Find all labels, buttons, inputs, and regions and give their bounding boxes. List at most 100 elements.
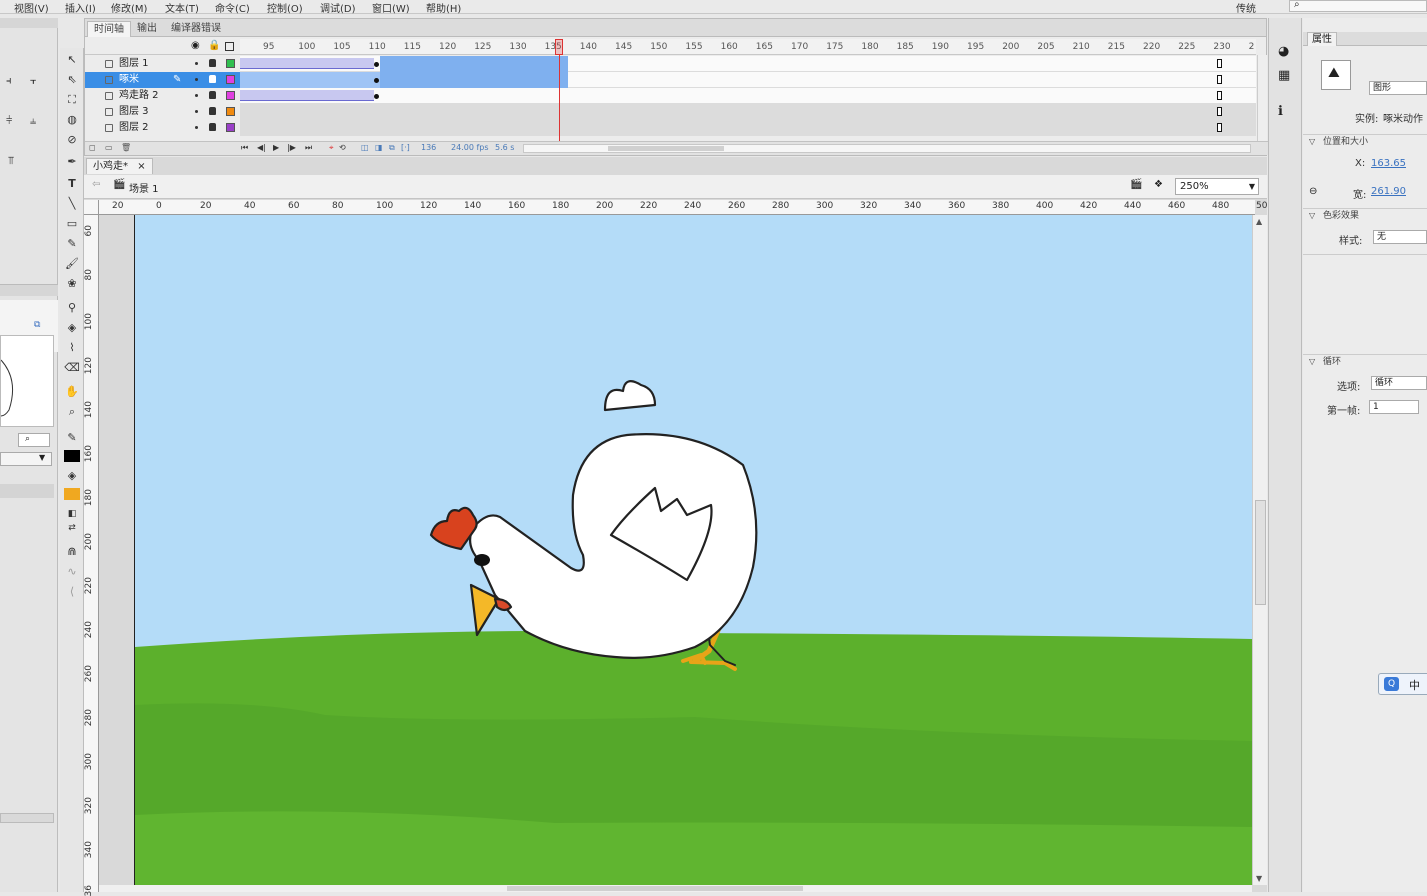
onion-markers-icon[interactable]: [·] — [401, 143, 410, 152]
frame-track[interactable] — [240, 120, 1256, 136]
menu-insert[interactable]: 插入(I) — [65, 0, 96, 15]
frame-track[interactable] — [240, 88, 1256, 104]
first-frame-input[interactable]: 1 — [1369, 400, 1419, 414]
symbol-type-select[interactable]: 图形 — [1369, 81, 1427, 95]
fill-color-swatch[interactable] — [64, 488, 80, 500]
info-panel-icon[interactable]: ℹ — [1278, 104, 1283, 119]
lock-icon[interactable] — [209, 75, 216, 83]
smooth-icon[interactable]: ∿ — [63, 564, 81, 580]
menu-debug[interactable]: 调试(D) — [320, 0, 356, 15]
layer-row[interactable]: 图层 3 — [85, 104, 240, 120]
end-frame[interactable] — [1217, 91, 1222, 100]
layer-row[interactable]: 图层 1 — [85, 56, 240, 72]
distribute-icon[interactable]: ⫨ — [30, 114, 36, 128]
lock-icon[interactable] — [209, 123, 216, 131]
horizontal-ruler[interactable]: 20 0 20 40 60 80 100 120 140 160 180 200 220 240 260 28… — [99, 200, 1273, 215]
layer-name[interactable]: 鸡走路 2 — [119, 88, 159, 103]
current-frame-readout[interactable]: 136 — [421, 143, 436, 152]
bone-tool-icon[interactable]: ⚲ — [63, 300, 81, 316]
section-color-effect[interactable]: ▽ 色彩效果 — [1303, 208, 1427, 222]
instance-value[interactable]: 啄米动作 — [1383, 110, 1423, 125]
free-transform-tool-icon[interactable]: ⛶ — [63, 92, 81, 108]
3d-rotation-tool-icon[interactable]: ◍ — [63, 112, 81, 128]
tab-compiler-errors[interactable]: 编译器错误 — [165, 21, 227, 37]
tab-properties[interactable]: 属性 — [1307, 32, 1337, 46]
selection-tool-icon[interactable]: ↖ — [63, 52, 81, 68]
straighten-icon[interactable]: ⟨ — [63, 584, 81, 600]
section-loop[interactable]: ▽ 循环 — [1303, 354, 1427, 368]
zoom-tool-icon[interactable]: ⌕ — [63, 404, 81, 420]
visibility-toggle[interactable] — [195, 62, 198, 65]
color-panel-icon[interactable]: ◕ — [1278, 44, 1289, 59]
line-tool-icon[interactable]: ╲ — [63, 196, 81, 212]
eyedropper-tool-icon[interactable]: ⌇ — [63, 340, 81, 356]
stage-canvas[interactable] — [135, 215, 1252, 885]
delete-layer-icon[interactable]: 🗑 — [121, 143, 131, 152]
layer-color-swatch[interactable] — [226, 75, 235, 84]
subselection-tool-icon[interactable]: ⇖ — [63, 72, 81, 88]
layer-row[interactable]: 图层 2 — [85, 120, 240, 136]
width-value[interactable]: 261.90 — [1371, 186, 1406, 197]
deco-tool-icon[interactable]: ❀ — [63, 276, 81, 292]
outline-icon[interactable] — [225, 42, 234, 51]
library-dropdown[interactable]: ▼ — [0, 452, 52, 466]
visibility-toggle[interactable] — [195, 126, 198, 129]
swap-colors-icon[interactable]: ⇄ — [63, 520, 81, 536]
align-right-icon[interactable]: ⫟ — [30, 74, 37, 88]
match-size-icon[interactable]: ⫪ — [8, 154, 14, 168]
loop-icon[interactable]: ⟲ — [339, 143, 346, 152]
menu-control[interactable]: 控制(O) — [267, 0, 303, 15]
lock-icon[interactable] — [209, 91, 216, 99]
lasso-tool-icon[interactable]: ⊘ — [63, 132, 81, 148]
step-forward-icon[interactable]: |▶ — [287, 143, 296, 152]
first-frame-icon[interactable]: ⏮ — [241, 143, 248, 153]
layer-row[interactable]: 啄米 ✎ — [85, 72, 240, 88]
ime-indicator[interactable]: Q 中 — [1378, 673, 1427, 695]
end-frame[interactable] — [1217, 123, 1222, 132]
stroke-color-icon[interactable]: ✎ — [63, 430, 81, 446]
end-frame[interactable] — [1217, 107, 1222, 116]
center-frame-icon[interactable]: ⌖ — [329, 143, 334, 153]
link-icon[interactable]: ⊖ — [1309, 186, 1317, 197]
new-layer-icon[interactable]: ◻ — [89, 143, 96, 152]
layer-color-swatch[interactable] — [226, 123, 235, 132]
scene-label[interactable]: 场景 1 — [129, 180, 159, 195]
onion-skin-icon[interactable]: ◫ — [361, 143, 369, 152]
brush-tool-icon[interactable]: 🖌 — [63, 256, 81, 272]
back-arrow-icon[interactable]: ⇦ — [92, 179, 100, 190]
motion-tween[interactable] — [240, 58, 374, 69]
menu-modify[interactable]: 修改(M) — [111, 0, 147, 15]
pen-tool-icon[interactable]: ✒ — [63, 154, 81, 170]
close-icon[interactable]: × — [137, 161, 145, 172]
play-icon[interactable]: ▶ — [273, 143, 279, 152]
align-center-icon[interactable]: ⫩ — [6, 114, 12, 128]
fill-color-icon[interactable]: ◈ — [63, 468, 81, 484]
style-select[interactable]: 无 — [1373, 230, 1427, 244]
lock-icon[interactable]: 🔒 — [208, 40, 220, 51]
onion-outline-icon[interactable]: ◨ — [375, 143, 383, 152]
timeline-vscroll[interactable] — [1257, 55, 1267, 141]
layer-row[interactable]: 鸡走路 2 — [85, 88, 240, 104]
tab-output[interactable]: 输出 — [131, 21, 163, 37]
align-left-icon[interactable]: ⫞ — [6, 74, 12, 88]
zoom-select[interactable]: 250% ▼ — [1175, 178, 1259, 195]
layer-color-swatch[interactable] — [226, 107, 235, 116]
library-row[interactable] — [0, 484, 54, 498]
playhead[interactable] — [555, 39, 563, 141]
vscroll-thumb[interactable] — [1255, 500, 1266, 605]
library-scrollbar[interactable] — [0, 813, 54, 823]
stroke-color-swatch[interactable] — [64, 450, 80, 462]
document-tab[interactable]: 小鸡走* × — [86, 158, 153, 174]
new-symbol-icon[interactable]: ⧉ — [34, 320, 40, 330]
menu-view[interactable]: 视图(V) — [14, 0, 49, 15]
x-value[interactable]: 163.65 — [1371, 158, 1406, 169]
paint-bucket-tool-icon[interactable]: ◈ — [63, 320, 81, 336]
keyframe[interactable] — [374, 94, 379, 99]
eye-icon[interactable]: ◉ — [191, 40, 200, 51]
end-frame[interactable] — [1217, 75, 1222, 84]
lock-icon[interactable] — [209, 107, 216, 115]
stage-hscroll[interactable] — [99, 885, 1252, 892]
frame-track[interactable] — [240, 104, 1256, 120]
visibility-toggle[interactable] — [195, 94, 198, 97]
hscroll-thumb[interactable] — [507, 886, 803, 891]
